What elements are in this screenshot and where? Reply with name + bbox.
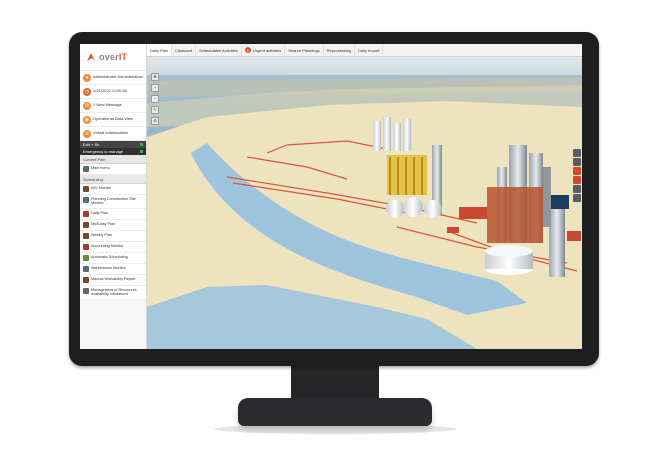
scheduling-header[interactable]: Scheduling <box>80 175 146 184</box>
calendar-multi-icon <box>83 221 89 228</box>
menu-item-construction-monitor[interactable]: Planning Construction Site Monitor <box>80 195 146 209</box>
tab-label: Clipboard <box>175 47 193 53</box>
menu-item-workability-report[interactable]: Manual Workability Report <box>80 274 146 286</box>
user-avatar-icon: ● <box>83 73 91 82</box>
menu-item-label: Automatic Scheduling <box>91 254 128 259</box>
status-bar-label: Edit + Sh <box>83 142 100 147</box>
menu-item-automatic-scheduling[interactable]: Automatic Scheduling <box>80 252 146 264</box>
automation-icon <box>83 254 89 261</box>
construction-icon <box>83 197 89 203</box>
collaboration-link[interactable]: ☏ Virtual collaboration <box>80 127 146 141</box>
logo-text: overIT <box>99 52 128 62</box>
tab-label: Daily Import <box>358 47 380 53</box>
status-online-icon <box>140 143 143 146</box>
resources-icon <box>83 287 89 294</box>
menu-item-resources-validations[interactable]: Management of Resources Availability Val… <box>80 285 146 300</box>
measure-icon[interactable] <box>573 185 581 193</box>
plant-3d-scene[interactable] <box>147 57 582 349</box>
user-profile[interactable]: ● Administrator Administrators <box>80 71 146 85</box>
status-bar[interactable]: Edit + Sh <box>80 141 146 148</box>
layers-icon[interactable] <box>573 149 581 157</box>
monitor-icon <box>83 186 89 192</box>
pan-icon[interactable]: ✥ <box>151 73 159 81</box>
tab-label: Reprocessing <box>326 47 352 53</box>
calendar-icon <box>83 210 89 217</box>
menu-item-accounting-monitor[interactable]: Accounting Monitor <box>80 241 146 253</box>
tab-daily-import[interactable]: Daily Import <box>355 44 384 56</box>
user-name: Administrator Administrators <box>93 74 144 80</box>
logo-icon <box>87 53 95 61</box>
tab-schedulable-activities[interactable]: Schedulable Activities <box>196 44 242 56</box>
sky <box>147 57 582 77</box>
operational-view-label: Operational Data View <box>93 116 133 122</box>
clock-icon: ◷ <box>83 87 91 96</box>
warehouse-icon <box>83 265 89 272</box>
menu-item-weekly-plan[interactable]: Weekly Plan <box>80 230 146 242</box>
zoom-out-icon[interactable]: − <box>151 95 159 103</box>
menu-item-daily-plan[interactable]: Daily Plan <box>80 208 146 220</box>
menu-item-warehouses-monitor[interactable]: Warehouses Monitor <box>80 263 146 275</box>
settings-icon[interactable]: ⚙ <box>151 117 159 125</box>
app-screen: overIT ● Administrator Administrators ◷ … <box>80 44 582 349</box>
menu-item-label: Accounting Monitor <box>91 243 124 248</box>
tab-label: Search Plannings <box>288 47 320 53</box>
home-icon <box>83 166 89 172</box>
tab-search-plannings[interactable]: Search Plannings <box>285 44 324 56</box>
report-icon <box>83 276 89 283</box>
menu-item-label: Management of Resources Availability Val… <box>91 287 137 297</box>
tab-daily-plan[interactable]: Daily Plan <box>147 44 173 56</box>
camera-icon[interactable] <box>573 194 581 202</box>
layer-toolbar <box>573 149 581 202</box>
emergency-bar[interactable]: Emergency to manage <box>80 148 146 155</box>
tab-bar: Daily Plan Clipboard Schedulable Activit… <box>147 44 582 57</box>
operational-view-link[interactable]: ◉ Operational Data View <box>80 113 146 127</box>
eye-icon: ◉ <box>83 115 91 124</box>
filter-icon[interactable] <box>573 158 581 166</box>
spherical-tanks <box>386 197 442 218</box>
main-menu-item[interactable]: Main menu <box>80 164 146 175</box>
app-logo: overIT <box>80 44 146 71</box>
menu-item-label: Daily Plan <box>91 210 109 215</box>
monitor-frame: overIT ● Administrator Administrators ◷ … <box>69 32 599 366</box>
tab-label: Schedulable Activities <box>199 47 238 53</box>
zoom-in-icon[interactable]: + <box>151 84 159 92</box>
menu-item-multi-day-plan[interactable]: Multi-day Plan <box>80 219 146 231</box>
plant-3d-viewport[interactable]: ✥ + − ↖ ⚙ <box>147 57 582 349</box>
tab-label: Daily Plan <box>150 47 169 53</box>
tab-label: Urgent activities <box>252 47 282 53</box>
calendar-week-icon <box>83 232 89 239</box>
tab-reprocessing[interactable]: Reprocessing <box>324 44 356 56</box>
main-menu-label: Main menu <box>91 166 110 170</box>
datetime-row: ◷ 1/21/2022 11:00:00 <box>80 85 146 99</box>
menu-item-label: Weekly Plan <box>91 232 113 237</box>
emergency-label: Emergency to manage <box>83 149 124 154</box>
menu-item-label: WO Monitor <box>91 186 112 190</box>
accounting-icon <box>83 243 89 250</box>
alert-icon[interactable] <box>573 167 581 175</box>
datetime: 1/21/2022 11:00:00 <box>93 88 128 94</box>
menu-item-label: Planning Construction Site Monitor <box>91 197 136 206</box>
menu-item-wo-monitor[interactable]: WO Monitor <box>80 184 146 195</box>
menu-item-label: Warehouses Monitor <box>91 265 126 270</box>
phone-icon: ☏ <box>83 129 91 138</box>
mail-icon: ✉ <box>83 101 91 110</box>
messages-label: 1 New Message <box>93 102 122 108</box>
select-icon[interactable]: ↖ <box>151 106 159 114</box>
emergency-status-icon <box>140 150 143 153</box>
tab-clipboard[interactable]: Clipboard <box>172 44 197 56</box>
menu-item-label: Manual Workability Report <box>91 276 136 281</box>
menu-item-label: Multi-day Plan <box>91 221 116 226</box>
storage-tank <box>485 245 533 275</box>
monitor-stand <box>238 398 432 426</box>
current-path-header[interactable]: Current Path <box>80 155 146 164</box>
collaboration-label: Virtual collaboration <box>93 130 129 136</box>
sidebar: overIT ● Administrator Administrators ◷ … <box>80 44 147 349</box>
tab-urgent-activities[interactable]: 1 Urgent activities <box>242 44 286 56</box>
navigation-toolbar: ✥ + − ↖ ⚙ <box>151 73 159 125</box>
highlight-icon[interactable] <box>573 176 581 184</box>
yellow-process-unit <box>387 155 427 195</box>
urgent-count-badge: 1 <box>244 47 251 53</box>
messages-link[interactable]: ✉ 1 New Message <box>80 99 146 113</box>
